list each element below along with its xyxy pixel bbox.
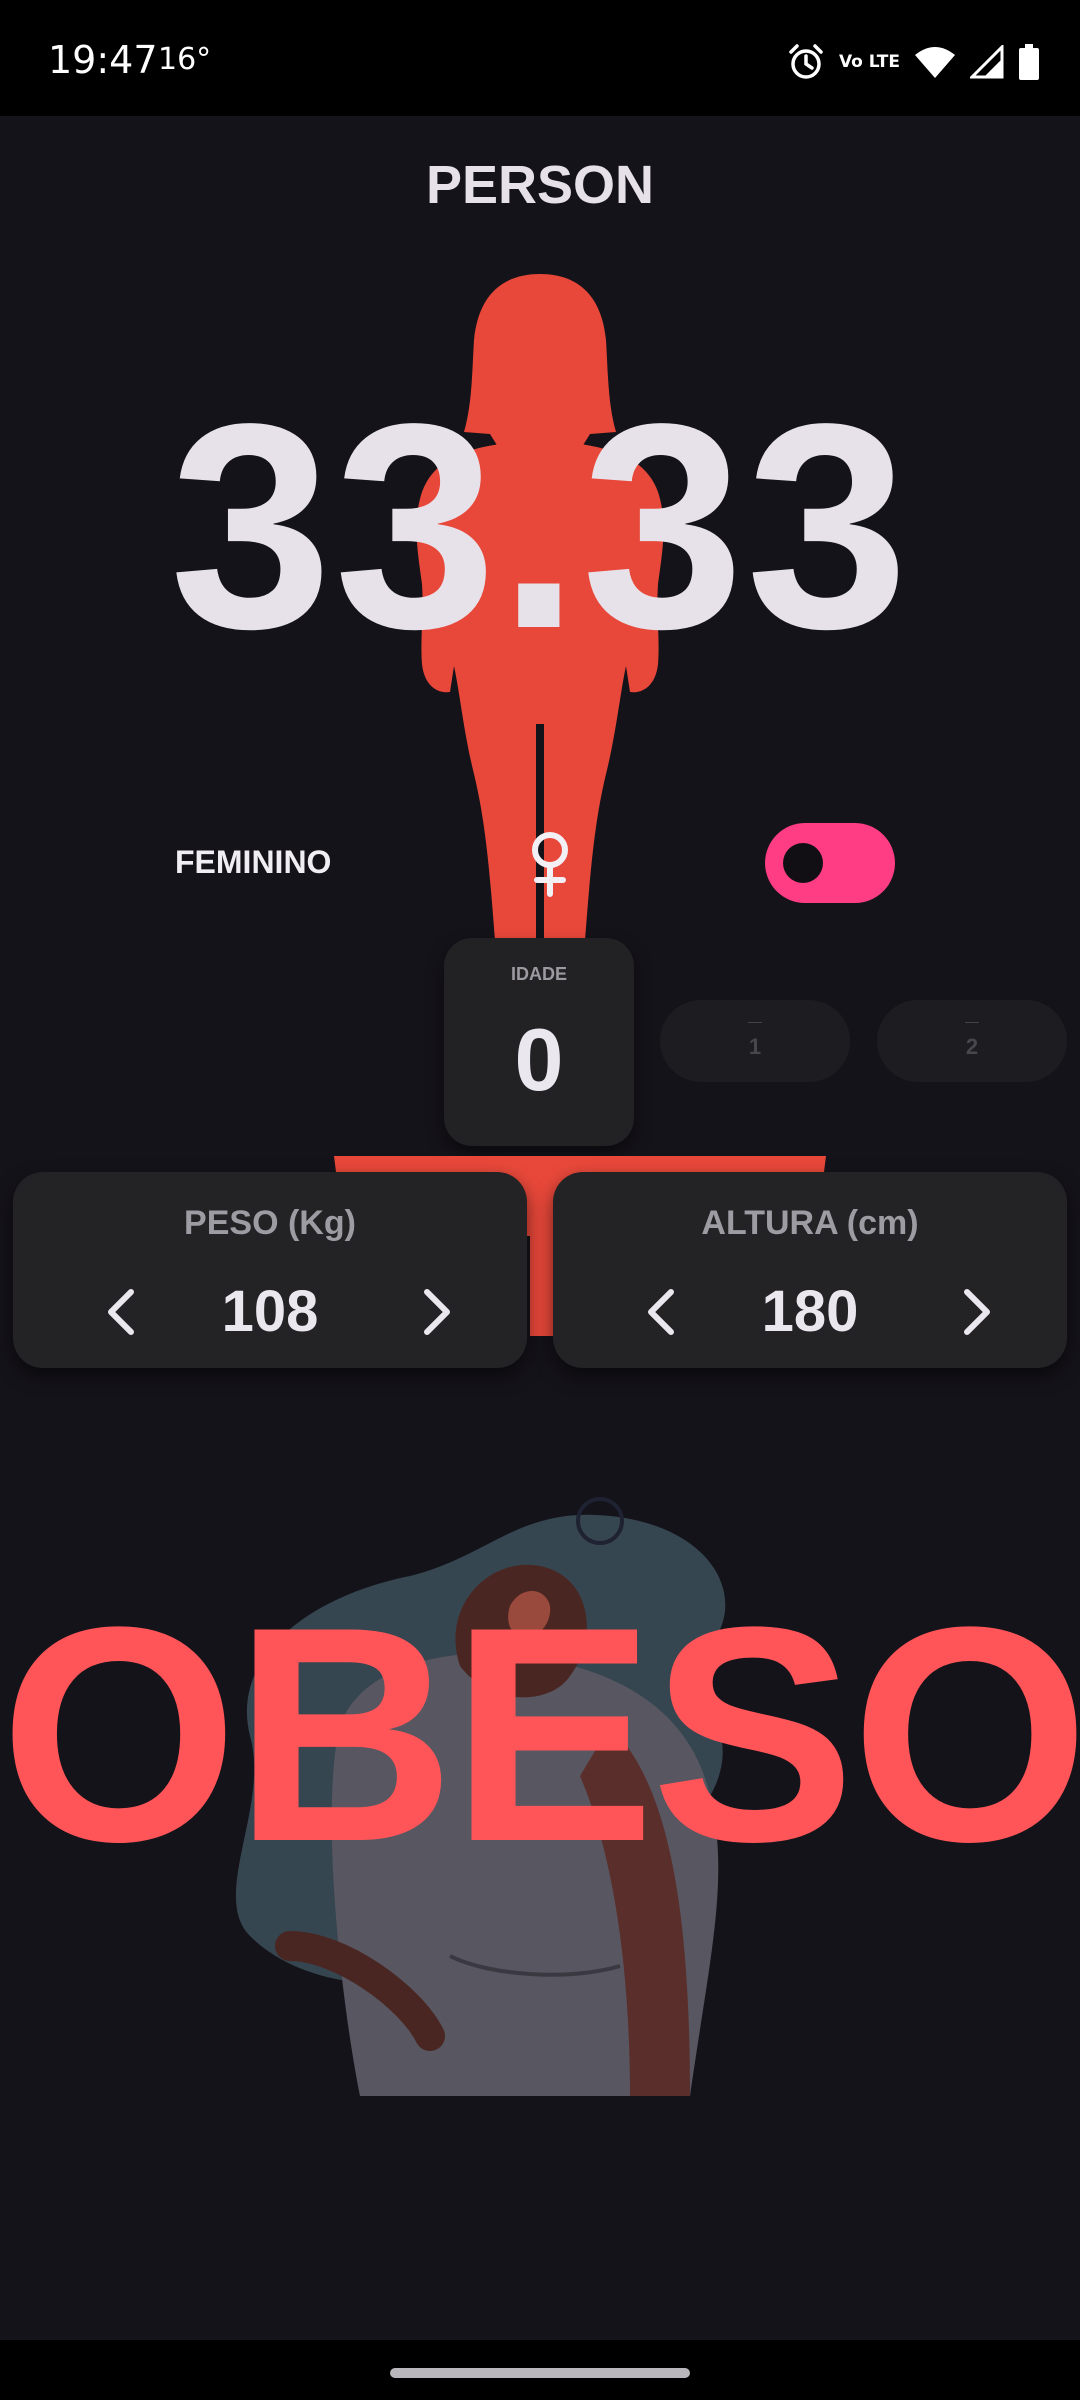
app-title: PERSON xyxy=(425,155,655,215)
status-bar: 19:47 16° Vo LTE xyxy=(0,0,1080,116)
signal-icon xyxy=(970,45,1004,79)
toggle-thumb[interactable] xyxy=(783,843,823,883)
gender-toggle[interactable] xyxy=(765,823,895,903)
age-option[interactable]: — 2 xyxy=(877,1000,1067,1082)
weight-label: PESO (Kg) xyxy=(184,1204,356,1242)
age-picker-selected[interactable]: IDADE 0 xyxy=(444,938,634,1146)
age-option-value: 1 xyxy=(748,1034,762,1059)
status-icons: Vo LTE xyxy=(787,40,1040,84)
age-option[interactable]: — 1 xyxy=(660,1000,850,1082)
height-label: ALTURA (cm) xyxy=(701,1204,919,1242)
alarm-icon xyxy=(787,43,825,81)
chevron-right-icon[interactable] xyxy=(945,1282,1005,1342)
status-time: 19:47 xyxy=(48,38,158,82)
female-icon xyxy=(532,832,568,897)
bmi-category: OBESO xyxy=(0,1563,1080,1905)
gender-label: FEMININO xyxy=(175,844,332,880)
wifi-icon xyxy=(914,45,956,79)
height-card: ALTURA (cm) 180 xyxy=(553,1172,1067,1368)
volte-indicator: Vo LTE xyxy=(838,52,900,72)
age-option-value: 2 xyxy=(965,1034,979,1059)
age-label: IDADE xyxy=(510,964,567,984)
chevron-right-icon[interactable] xyxy=(405,1282,465,1342)
navigation-bar xyxy=(0,2340,1080,2400)
home-gesture-handle[interactable] xyxy=(390,2368,690,2378)
battery-icon xyxy=(1018,44,1040,80)
bmi-value: 33.33 xyxy=(169,363,911,689)
age-value: 0 xyxy=(514,1010,564,1109)
bmi-screen: PERSON 33.33 FEMININO IDADE 0 — 1 — 2 PE… xyxy=(0,116,1080,2340)
weight-card: PESO (Kg) 108 xyxy=(13,1172,527,1368)
status-temperature: 16° xyxy=(158,42,212,77)
